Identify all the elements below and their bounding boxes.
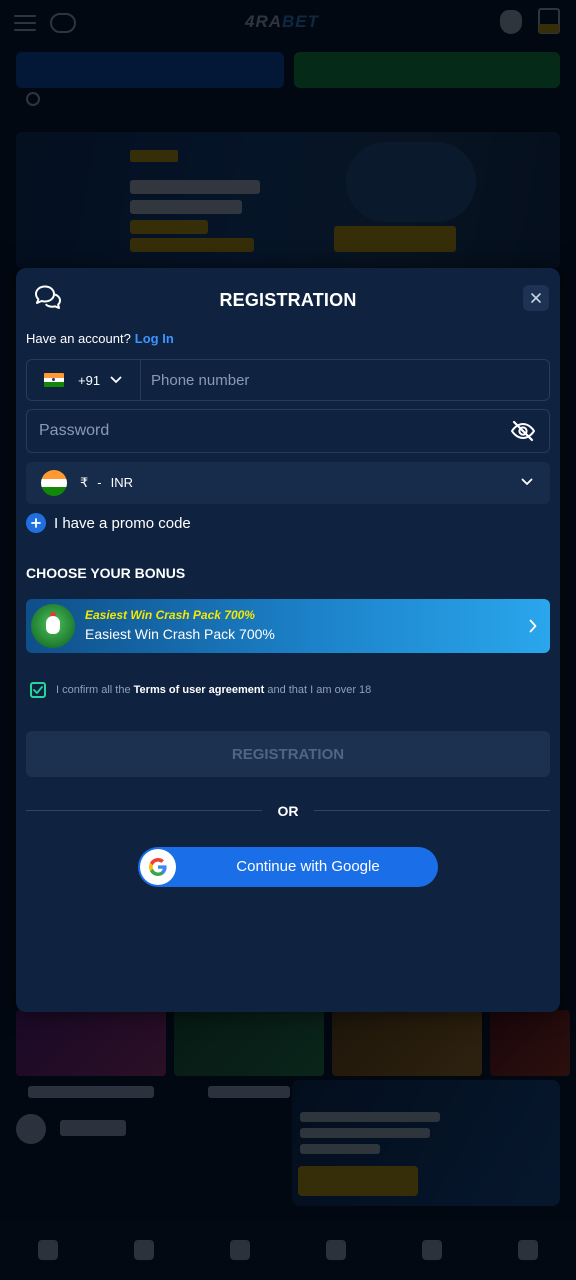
google-signin-label: Continue with Google <box>236 858 380 875</box>
promo-code-toggle[interactable]: I have a promo code <box>26 513 191 533</box>
currency-code: INR <box>110 475 134 490</box>
promo-code-label: I have a promo code <box>54 514 191 532</box>
bonus-chicken-icon <box>31 604 75 648</box>
chevron-down-icon <box>521 478 533 485</box>
login-link[interactable]: Log In <box>135 331 174 346</box>
terms-text: I confirm all the Terms of user agreemen… <box>56 684 371 696</box>
terms-prefix: I confirm all the <box>56 684 131 696</box>
currency-symbol: ₹ <box>80 475 89 490</box>
bonus-title: Easiest Win Crash Pack 700% <box>85 608 255 622</box>
close-button[interactable] <box>523 285 549 311</box>
divider-line <box>314 810 550 811</box>
divider-line <box>26 810 262 811</box>
currency-separator: - <box>97 475 102 490</box>
bonus-subtitle: Easiest Win Crash Pack 700% <box>85 626 275 642</box>
password-input[interactable] <box>27 410 510 452</box>
phone-field: +91 <box>26 359 550 401</box>
bonus-heading: CHOOSE YOUR BONUS <box>26 565 186 581</box>
terms-link[interactable]: Terms of user agreement <box>134 684 265 696</box>
dial-code: +91 <box>78 372 101 388</box>
terms-row: I confirm all the Terms of user agreemen… <box>30 682 371 698</box>
chevron-right-icon <box>529 619 537 633</box>
registration-modal: REGISTRATION Have an account? Log In +91 <box>16 268 560 1012</box>
registration-submit-button[interactable]: REGISTRATION <box>26 731 550 777</box>
phone-input[interactable] <box>141 360 549 400</box>
india-flag-icon <box>41 470 67 496</box>
close-icon <box>531 293 541 303</box>
terms-suffix: and that I am over 18 <box>267 684 372 696</box>
eye-off-icon[interactable] <box>510 420 536 442</box>
account-prompt-row: Have an account? Log In <box>26 331 174 346</box>
account-prompt: Have an account? <box>26 331 131 346</box>
currency-select[interactable]: ₹ - INR <box>26 462 550 504</box>
currency-value: ₹ - INR <box>80 475 133 491</box>
google-logo-icon <box>140 849 176 885</box>
checkmark-icon <box>33 686 43 694</box>
terms-checkbox[interactable] <box>30 682 46 698</box>
chevron-down-icon <box>110 376 122 383</box>
divider-or-text: OR <box>277 803 299 819</box>
modal-title: REGISTRATION <box>219 290 357 310</box>
india-flag-icon <box>44 373 64 387</box>
bonus-option-card[interactable]: Easiest Win Crash Pack 700% Easiest Win … <box>26 599 550 653</box>
google-signin-button[interactable]: Continue with Google <box>138 847 438 887</box>
plus-icon <box>26 513 46 533</box>
password-field <box>26 409 550 453</box>
country-code-picker[interactable]: +91 <box>27 360 141 400</box>
